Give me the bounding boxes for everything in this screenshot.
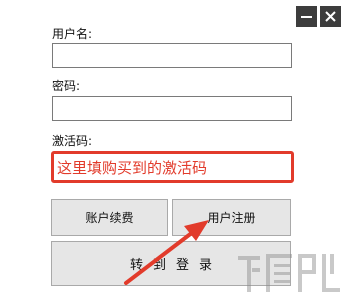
close-button[interactable] <box>320 6 341 27</box>
username-field[interactable] <box>52 43 292 68</box>
activation-label: 激活码: <box>52 134 93 148</box>
download-site-logo-icon <box>238 254 340 292</box>
password-field[interactable] <box>52 96 292 121</box>
close-icon <box>325 11 336 22</box>
activation-hint-annotation: 这里填购买到的激活码 <box>57 158 208 177</box>
renew-account-button[interactable]: 账户续费 <box>51 199 168 236</box>
password-label: 密码: <box>52 79 81 93</box>
activation-code-field[interactable]: 这里填购买到的激活码 <box>51 151 294 183</box>
login-window: 用户名: 密码: 激活码: 这里填购买到的激活码 账户续费 用户注册 转到登录 <box>0 0 347 304</box>
minimize-button[interactable] <box>296 6 317 27</box>
register-user-button[interactable]: 用户注册 <box>172 199 291 236</box>
username-label: 用户名: <box>52 27 93 41</box>
minimize-icon <box>301 16 312 18</box>
